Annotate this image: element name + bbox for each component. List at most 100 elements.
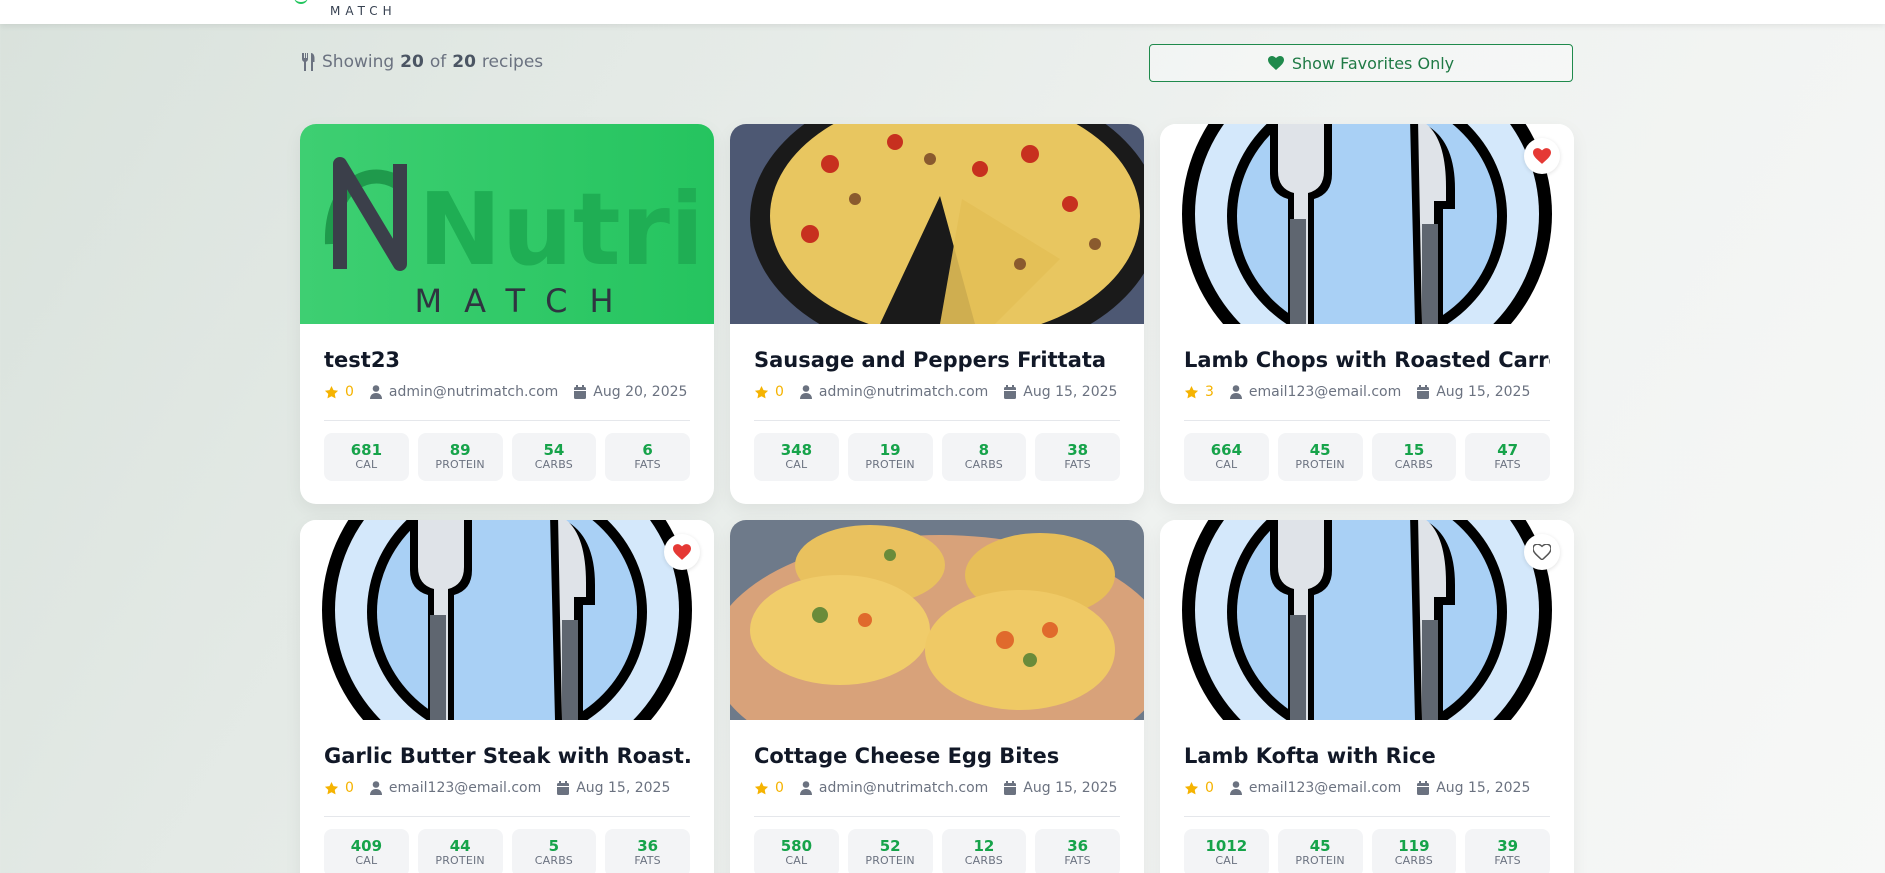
show-favorites-label: Show Favorites Only <box>1291 53 1455 73</box>
star-icon <box>754 781 769 794</box>
logo-subtitle[interactable]: MATCH <box>330 4 397 18</box>
recipe-image[interactable]: Nutri MATCH <box>300 124 714 324</box>
recipe-author: email123@email.com <box>1229 780 1402 796</box>
heart-icon <box>673 544 691 560</box>
carbs-label: CARBS <box>1394 458 1433 471</box>
favorite-toggle-button[interactable] <box>1524 138 1560 174</box>
recipe-title[interactable]: Sausage and Peppers Frittata <box>754 348 1120 372</box>
recipe-card[interactable]: Sausage and Peppers Frittata 0 admin@nut… <box>730 124 1144 504</box>
macro-fats: 36 FATS <box>605 829 690 873</box>
egg-bites-image <box>730 520 1144 720</box>
macro-carbs: 5 CARBS <box>511 829 597 873</box>
recipe-author: admin@nutrimatch.com <box>799 780 989 796</box>
recipe-card[interactable]: Lamb Kofta with Rice 0 email123@email.co… <box>1160 520 1574 873</box>
recipe-rating: 0 <box>324 384 354 400</box>
recipe-card[interactable]: Cottage Cheese Egg Bites 0 admin@nutrima… <box>730 520 1144 873</box>
author-email: email123@email.com <box>1248 780 1402 796</box>
rating-value: 0 <box>345 384 354 400</box>
fats-value: 39 <box>1497 837 1519 855</box>
recipe-card[interactable]: Lamb Chops with Roasted Carrot... 3 emai… <box>1160 124 1574 504</box>
plate-cutlery-image <box>1160 520 1574 720</box>
calories-label: CAL <box>785 854 808 867</box>
calories-value: 580 <box>780 837 813 855</box>
count-of: of <box>429 52 447 72</box>
recipe-card[interactable]: Garlic Butter Steak with Roast... 0 emai… <box>300 520 714 873</box>
recipe-author: admin@nutrimatch.com <box>799 384 989 400</box>
utensils-icon <box>302 53 315 71</box>
recipe-image[interactable] <box>730 520 1144 720</box>
carbs-value: 5 <box>548 837 560 855</box>
results-count: Showing 20 of 20 recipes <box>300 52 543 72</box>
carbs-label: CARBS <box>534 458 573 471</box>
author-email: admin@nutrimatch.com <box>818 384 989 400</box>
calories-label: CAL <box>1215 458 1238 471</box>
author-email: admin@nutrimatch.com <box>818 780 989 796</box>
protein-value: 45 <box>1309 837 1331 855</box>
date-value: Aug 15, 2025 <box>1023 780 1118 796</box>
macro-carbs: 15 CARBS <box>1371 433 1457 481</box>
recipe-image[interactable] <box>300 520 714 720</box>
recipe-meta: 0 email123@email.com Aug 15, 2025 <box>1184 780 1550 796</box>
carbs-label: CARBS <box>964 458 1003 471</box>
macro-protein: 45 PROTEIN <box>1277 829 1363 873</box>
macro-calories: 1012 CAL <box>1184 829 1269 873</box>
fats-label: FATS <box>1494 458 1521 471</box>
recipe-date: Aug 15, 2025 <box>1417 384 1530 400</box>
date-value: Aug 15, 2025 <box>576 780 671 796</box>
protein-label: PROTEIN <box>1295 458 1345 471</box>
rating-value: 0 <box>1205 780 1214 796</box>
recipe-title[interactable]: test23 <box>324 348 690 372</box>
macro-fats: 38 FATS <box>1035 433 1120 481</box>
recipe-title[interactable]: Lamb Chops with Roasted Carrot... <box>1184 348 1550 372</box>
recipe-author: admin@nutrimatch.com <box>369 384 558 400</box>
nutri-logo-image: NutriMATCH <box>300 124 714 324</box>
recipe-image[interactable] <box>1160 520 1574 720</box>
count-prefix: Showing <box>322 52 395 72</box>
rating-value: 3 <box>1205 384 1214 400</box>
fats-value: 38 <box>1067 441 1089 459</box>
recipe-meta: 0 admin@nutrimatch.com <box>754 384 1120 400</box>
star-icon <box>324 385 339 398</box>
user-icon <box>1229 385 1242 399</box>
recipe-image[interactable] <box>730 124 1144 324</box>
recipe-image[interactable] <box>1160 124 1574 324</box>
calendar-icon <box>574 385 587 399</box>
macro-calories: 664 CAL <box>1184 433 1269 481</box>
svg-text:MATCH: MATCH <box>414 282 635 320</box>
favorite-toggle-button[interactable] <box>664 534 700 570</box>
recipe-title[interactable]: Lamb Kofta with Rice <box>1184 744 1550 768</box>
carbs-value: 8 <box>978 441 990 459</box>
protein-label: PROTEIN <box>435 854 485 867</box>
macro-protein: 52 PROTEIN <box>847 829 933 873</box>
fats-value: 36 <box>637 837 659 855</box>
recipe-card[interactable]: Nutri MATCH test23 0 admin@nutrimatch.com <box>300 124 714 504</box>
author-email: email123@email.com <box>1248 384 1402 400</box>
logo-icon[interactable] <box>294 0 308 4</box>
recipe-rating: 3 <box>1184 384 1214 400</box>
recipe-date: Aug 15, 2025 <box>1004 384 1117 400</box>
protein-value: 45 <box>1309 441 1331 459</box>
count-suffix: recipes <box>481 52 544 72</box>
count-total: 20 <box>452 52 476 72</box>
fats-value: 36 <box>1067 837 1089 855</box>
macro-row: 681 CAL 89 PROTEIN 54 CARBS 6 FATS <box>324 433 690 481</box>
calendar-icon <box>1004 385 1017 399</box>
calories-value: 409 <box>350 837 383 855</box>
macro-calories: 681 CAL <box>324 433 409 481</box>
card-divider <box>754 816 1120 817</box>
author-email: email123@email.com <box>388 780 542 796</box>
macro-carbs: 119 CARBS <box>1371 829 1457 873</box>
macro-row: 1012 CAL 45 PROTEIN 119 CARBS 39 FATS <box>1184 829 1550 873</box>
results-toolbar: Showing 20 of 20 recipes Show Favorites … <box>300 44 1573 84</box>
recipe-title[interactable]: Garlic Butter Steak with Roast... <box>324 744 690 768</box>
show-favorites-button[interactable]: Show Favorites Only <box>1149 44 1573 82</box>
card-divider <box>754 420 1120 421</box>
protein-value: 52 <box>879 837 901 855</box>
heart-icon <box>1533 544 1551 560</box>
heart-icon <box>1533 148 1551 164</box>
svg-text:Nutri: Nutri <box>418 171 704 288</box>
fats-value: 47 <box>1497 441 1519 459</box>
recipe-title[interactable]: Cottage Cheese Egg Bites <box>754 744 1120 768</box>
favorite-toggle-button[interactable] <box>1524 534 1560 570</box>
calories-label: CAL <box>1215 854 1238 867</box>
